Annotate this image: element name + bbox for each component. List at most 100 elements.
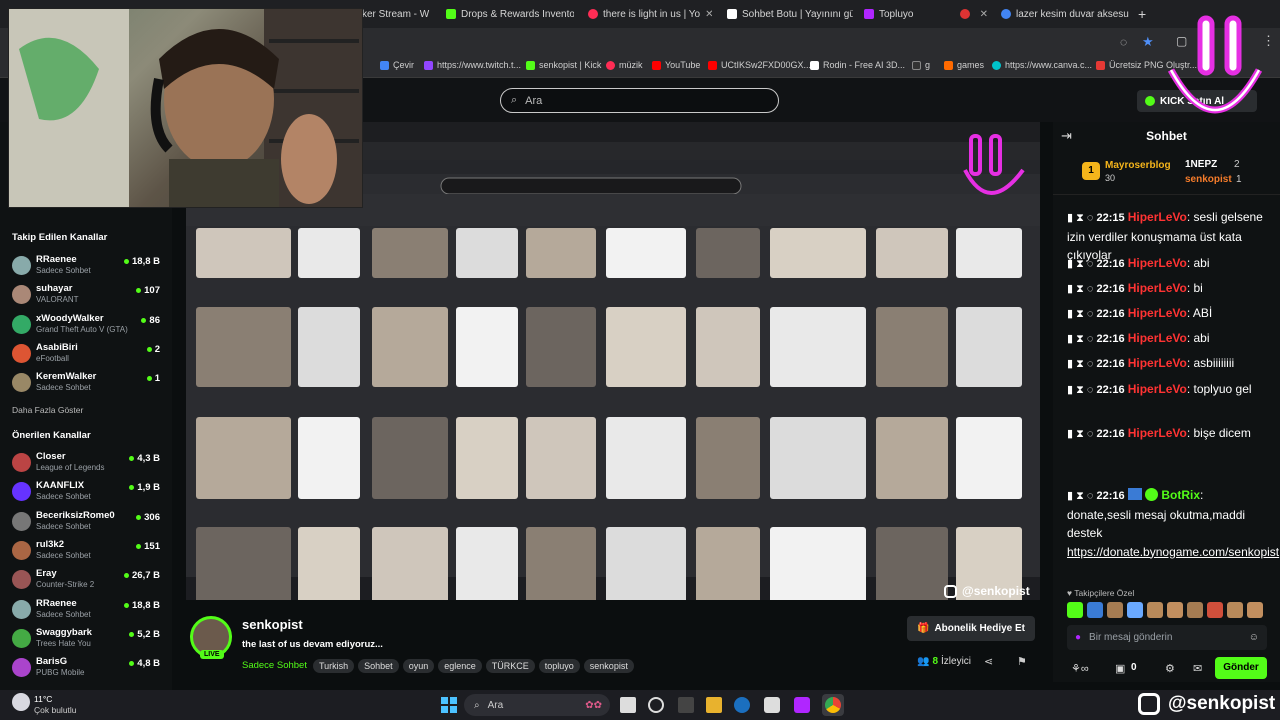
emote-icon[interactable]	[1167, 602, 1183, 618]
epic-icon[interactable]	[678, 697, 694, 713]
bookmark[interactable]: https://www.canva.c...	[992, 60, 1092, 70]
emote-icon[interactable]	[1147, 602, 1163, 618]
message-user[interactable]: HiperLeVo	[1128, 356, 1187, 370]
second-user-name[interactable]: 1NEPZ	[1185, 159, 1217, 170]
message-user[interactable]: HiperLeVo	[1128, 256, 1187, 270]
send-button[interactable]: Gönder	[1215, 657, 1267, 679]
show-more-link[interactable]: Daha Fazla Göster	[12, 405, 83, 415]
bookmark[interactable]: UCtIKSw2FXD00GX...	[708, 60, 811, 70]
tag-chip[interactable]: oyun	[402, 659, 435, 673]
tab-2[interactable]: Drops & Rewards Invento✕	[446, 4, 574, 24]
channel-item[interactable]: Swaggybark Trees Hate You 5,2 B	[12, 626, 162, 652]
close-icon[interactable]: ✕	[705, 9, 712, 20]
channel-name: xWoodyWalker	[36, 312, 104, 324]
share-icon[interactable]: ⋖	[984, 655, 993, 668]
bookmark[interactable]: Çevir	[380, 60, 414, 70]
points-icon[interactable]: ⚘∞	[1071, 662, 1089, 675]
tab-6[interactable]: ✕	[960, 4, 988, 24]
emote-icon[interactable]	[1087, 602, 1103, 618]
settings-icon[interactable]: ⚙	[1165, 662, 1175, 675]
chest-icon[interactable]: ▣	[1115, 662, 1125, 675]
report-icon[interactable]: ⚑	[1017, 655, 1027, 668]
microphone-icon[interactable]: ●	[1075, 632, 1081, 643]
tab-3[interactable]: there is light in us | Yo ✕	[588, 4, 712, 24]
emoji-icon[interactable]: ☺	[1249, 632, 1259, 643]
png-icon	[1096, 60, 1105, 70]
emote-icon[interactable]	[1187, 602, 1203, 618]
bookmark[interactable]: https://www.twitch.t...	[424, 60, 521, 70]
message-user[interactable]: HiperLeVo	[1128, 331, 1187, 345]
chat-input[interactable]: ● Bir mesaj gönderin ☺	[1067, 625, 1267, 650]
emote-icon[interactable]	[1127, 602, 1143, 618]
stream-category[interactable]: Sadece Sohbet	[242, 660, 307, 671]
message-user[interactable]: HiperLeVo	[1128, 426, 1187, 440]
tab-7-active[interactable]: lazer kesim duvar aksesua✕	[1001, 4, 1129, 24]
steam-icon[interactable]	[734, 697, 750, 713]
points-count: 0	[1131, 662, 1137, 673]
topluyo-icon	[864, 9, 874, 19]
tag-chip[interactable]: Turkish	[312, 659, 355, 673]
channel-item[interactable]: KeremWalker Sadece Sohbet 1	[12, 370, 162, 396]
star-icon[interactable]: ★	[1142, 34, 1154, 50]
channel-item[interactable]: BeceriksizRome0 Sadece Sohbet 306	[12, 509, 162, 535]
emote-icon[interactable]	[1207, 602, 1223, 618]
emote-icon[interactable]	[1067, 602, 1083, 618]
bookmark[interactable]: YouTube	[652, 60, 700, 70]
gift-sub-button[interactable]: 🎁 Abonelik Hediye Et	[907, 616, 1035, 641]
tulip-icon: ✿✿	[585, 699, 602, 711]
emote-icon[interactable]	[1247, 602, 1263, 618]
weather-icon[interactable]	[12, 693, 30, 711]
bookmark[interactable]: senkopist | Kick	[526, 60, 601, 70]
message-user[interactable]: HiperLeVo	[1128, 382, 1187, 396]
message-user[interactable]: HiperLeVo	[1128, 281, 1187, 295]
channel-item[interactable]: suhayar VALORANT 107	[12, 282, 162, 308]
channel-avatar	[12, 628, 31, 648]
obs-icon[interactable]	[648, 697, 664, 713]
taskbar-search[interactable]: ⌕ Ara ✿✿	[464, 694, 610, 716]
channel-item[interactable]: Eray Counter-Strike 2 26,7 B	[12, 567, 162, 593]
channel-item[interactable]: BarisG PUBG Mobile 4,8 B	[12, 655, 162, 681]
streamer-name[interactable]: senkopist	[242, 617, 303, 632]
channel-item[interactable]: KAANFLIX Sadece Sohbet 1,9 B	[12, 479, 162, 505]
chrome-taskbar-button[interactable]	[822, 694, 844, 716]
eye-off-icon[interactable]: ◌	[1120, 35, 1127, 49]
folder-icon[interactable]	[706, 697, 722, 713]
bookmark[interactable]: Rodin - Free AI 3D...	[810, 60, 905, 70]
search-input[interactable]: ⌕ Ara	[500, 88, 779, 113]
channel-item[interactable]: xWoodyWalker Grand Theft Auto V (GTA) 86	[12, 312, 162, 338]
donate-link[interactable]: https://donate.bynogame.com/senkopist	[1067, 545, 1279, 559]
channel-category: Sadece Sohbet	[36, 550, 91, 560]
store-icon[interactable]	[764, 697, 780, 713]
message-user[interactable]: BotRix	[1161, 488, 1200, 502]
kick-icon	[446, 9, 456, 19]
chat-bubble-icon[interactable]: ✉	[1193, 662, 1202, 675]
emote-icon[interactable]	[1227, 602, 1243, 618]
instagram-overlay-small: @senkopist	[944, 584, 1030, 598]
top-user-name[interactable]: Mayroserblog	[1105, 160, 1171, 171]
tag-chip[interactable]: topluyo	[538, 659, 580, 673]
tag-chip[interactable]: senkopist	[583, 659, 634, 673]
tag-chip[interactable]: eglence	[438, 659, 482, 673]
close-icon[interactable]: ✕	[980, 9, 988, 20]
twitch-icon[interactable]	[794, 697, 810, 713]
tag-chip[interactable]: Sohbet	[358, 659, 399, 673]
channel-item[interactable]: AsabiBiri eFootball 2	[12, 341, 162, 367]
message-user[interactable]: HiperLeVo	[1128, 306, 1187, 320]
tab-5[interactable]: Topluyo	[864, 4, 950, 24]
bookmark[interactable]: müzik	[606, 60, 643, 70]
third-user-name[interactable]: senkopist	[1185, 174, 1232, 185]
channel-item[interactable]: Closer League of Legends 4,3 B	[12, 450, 162, 476]
bookmark[interactable]: games	[944, 60, 984, 70]
channel-item[interactable]: rul3k2 Sadece Sohbet 151	[12, 538, 162, 564]
task-view-icon[interactable]	[620, 697, 636, 713]
emote-icon[interactable]	[1107, 602, 1123, 618]
tag-chip[interactable]: TÜRKCE	[485, 659, 535, 673]
tab-4[interactable]: Sohbet Botu | Yayınını güç✕	[727, 4, 853, 24]
channel-item[interactable]: RRaenee Sadece Sohbet 18,8 B	[12, 253, 162, 279]
channel-item[interactable]: RRaenee Sadece Sohbet 18,8 B	[12, 597, 162, 623]
message-user[interactable]: HiperLeVo	[1128, 210, 1187, 224]
tab-1[interactable]: ker Stream - W✕	[362, 4, 434, 24]
start-icon[interactable]	[440, 696, 458, 714]
bookmark[interactable]: g	[912, 60, 930, 70]
new-tab-button[interactable]: +	[1138, 4, 1152, 24]
